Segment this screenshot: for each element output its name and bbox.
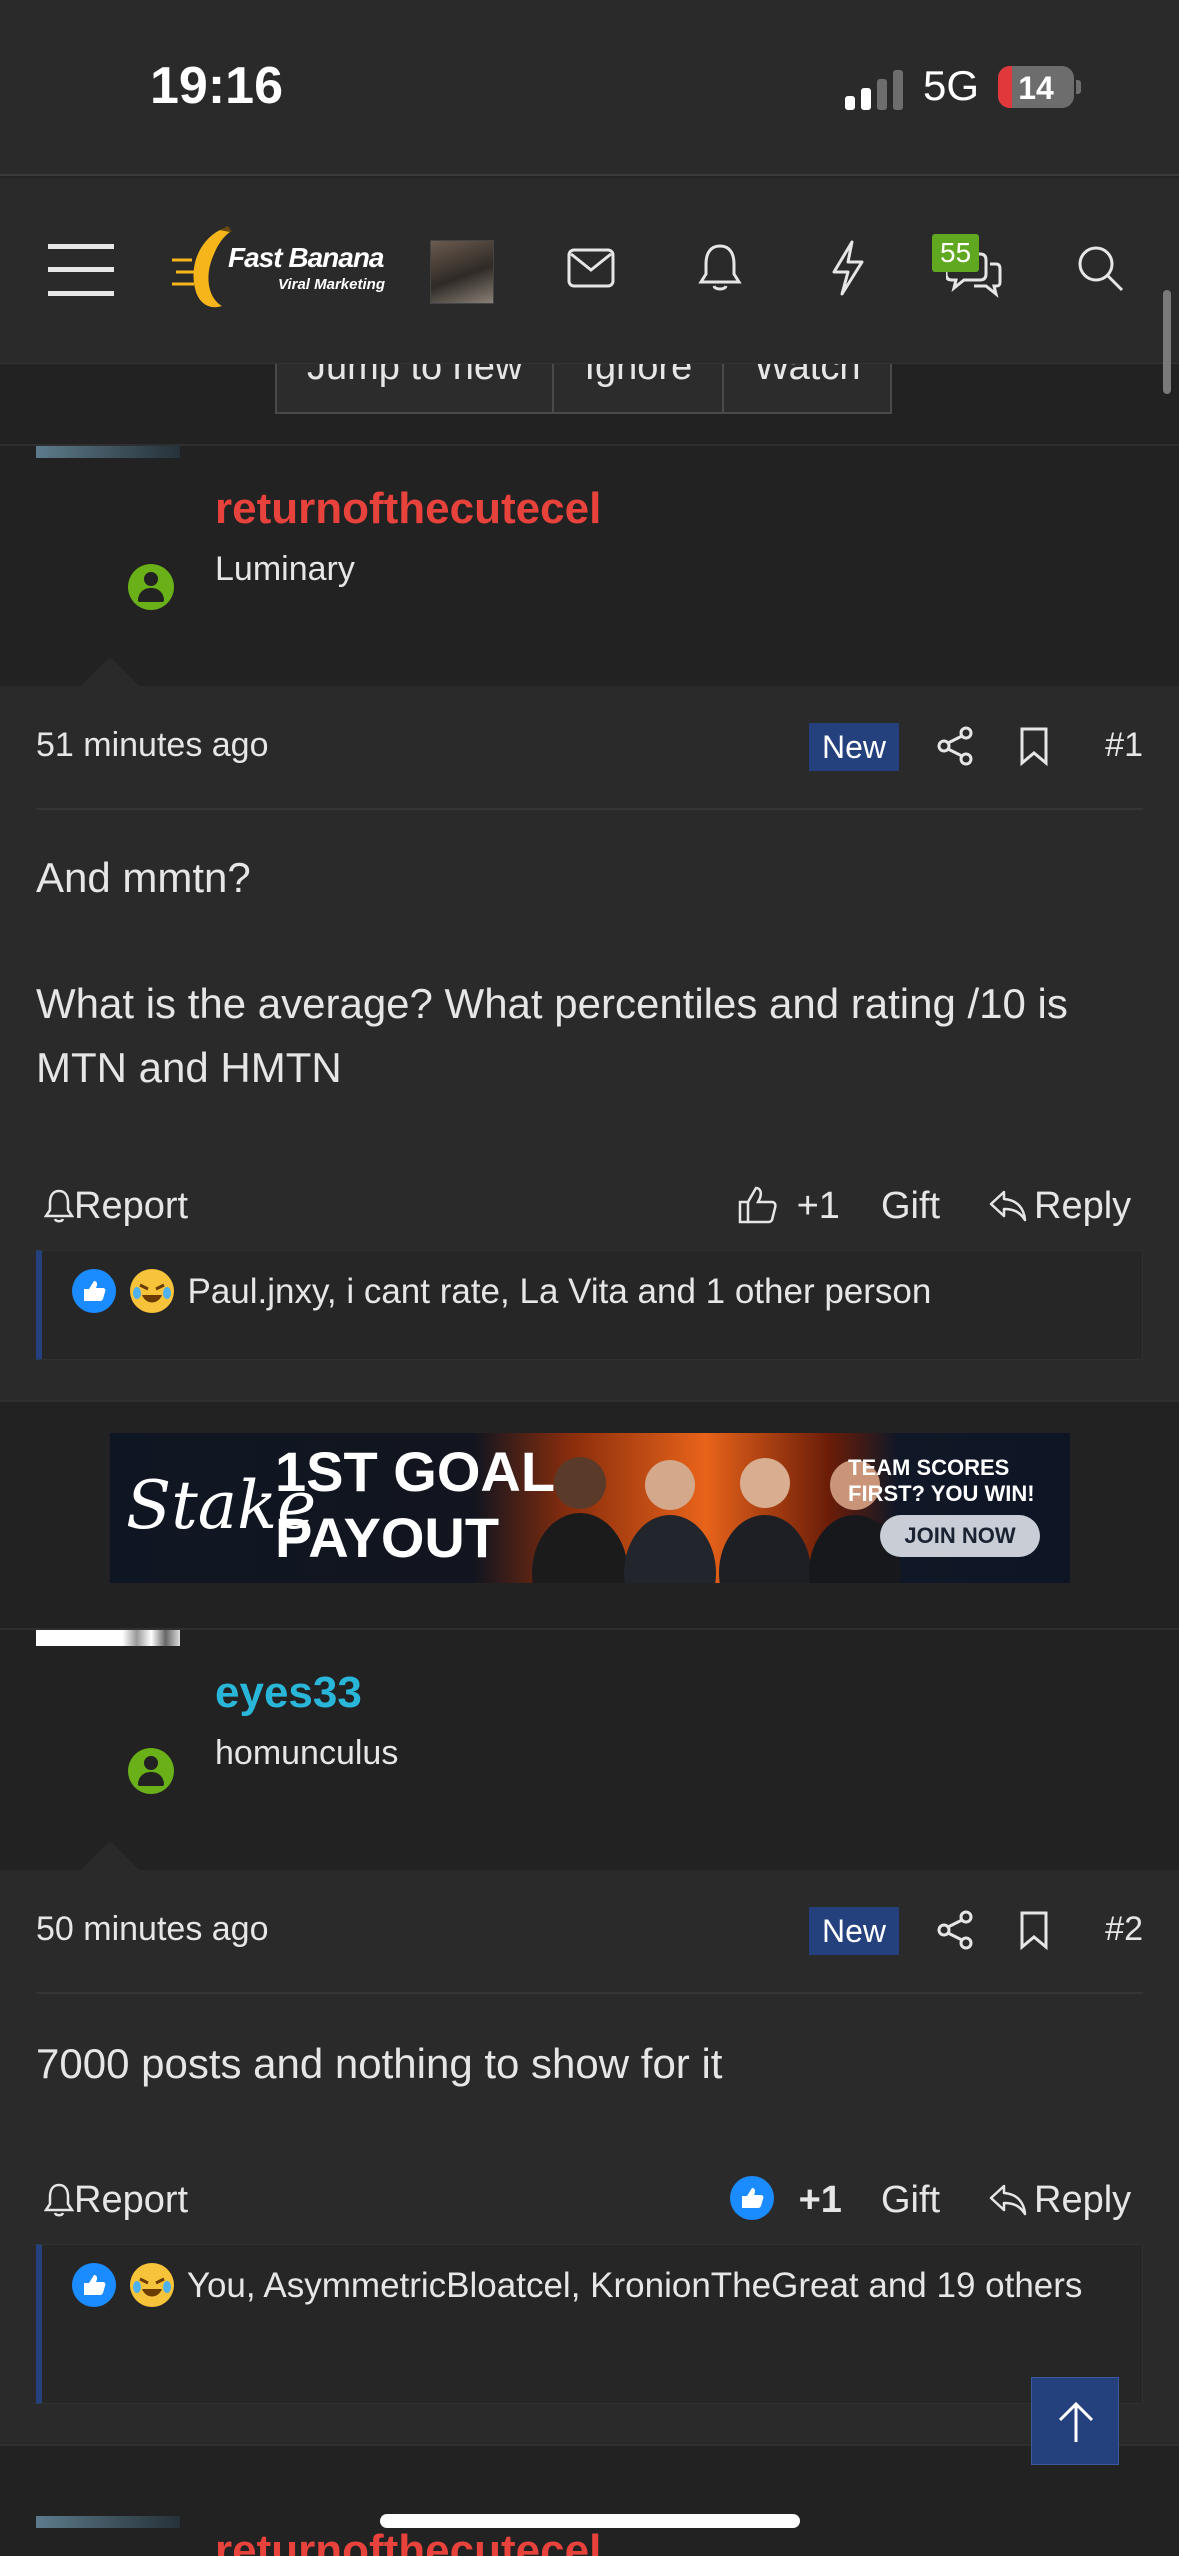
post-time[interactable]: 51 minutes ago — [36, 726, 269, 765]
reply-icon — [989, 1190, 1027, 1222]
post-meta: 51 minutes ago New #1 — [36, 686, 1143, 810]
share-icon[interactable] — [936, 1910, 974, 1950]
post-meta: 50 minutes ago New #2 — [36, 1870, 1143, 1994]
ad-headline-line: PAYOUT — [275, 1506, 500, 1569]
report-label: Report — [74, 1185, 189, 1227]
reply-icon — [989, 2184, 1027, 2216]
online-status-icon — [128, 1748, 174, 1794]
bell-icon — [43, 2183, 75, 2217]
chat-badge: 55 — [932, 234, 980, 272]
post-user-block: returnofthecutecel Luminary — [0, 446, 1179, 687]
user-avatar[interactable] — [36, 1630, 180, 1646]
post-paragraph: What is the average? What percentiles an… — [36, 980, 1068, 1091]
post-user-block: returnofthecutecel — [0, 2446, 1179, 2556]
post-number[interactable]: #2 — [1105, 1910, 1143, 1949]
network-type: 5G — [923, 62, 980, 109]
back-to-top-button[interactable] — [1031, 2377, 1119, 2465]
post-actions: Report +1 Gift Reply — [36, 2170, 1143, 2230]
menu-icon[interactable] — [48, 242, 114, 298]
divider — [0, 1400, 1179, 1402]
post: 51 minutes ago New #1 And mmtn? What is … — [0, 686, 1179, 1400]
post-actions: Report +1 Gift Reply — [36, 1176, 1143, 1236]
post-content: 7000 posts and nothing to show for it — [36, 2032, 1146, 2096]
post-user-block: eyes33 homunculus — [0, 1630, 1179, 1871]
user-title: Luminary — [215, 550, 355, 588]
new-badge: New — [809, 1907, 899, 1955]
post-time[interactable]: 50 minutes ago — [36, 1910, 269, 1949]
ad-headline-line: 1ST GOAL — [275, 1440, 556, 1503]
post-number[interactable]: #1 — [1105, 726, 1143, 765]
user-avatar[interactable] — [36, 2516, 180, 2528]
arrow-up-icon — [1058, 2401, 1094, 2442]
home-indicator[interactable] — [380, 2514, 800, 2528]
post-username[interactable]: returnofthecutecel — [215, 484, 601, 534]
post-paragraph: And mmtn? — [36, 854, 251, 901]
like-reaction-icon — [72, 2263, 116, 2307]
report-label: Report — [74, 2179, 189, 2221]
user-title: homunculus — [215, 1734, 399, 1772]
gift-button[interactable]: Gift — [881, 1176, 940, 1236]
post-username[interactable]: returnofthecutecel — [215, 2526, 601, 2556]
account-avatar[interactable] — [430, 240, 494, 304]
status-time: 19:16 — [150, 57, 283, 115]
reactions-bar[interactable]: Paul.jnxy, i cant rate, La Vita and 1 ot… — [36, 1250, 1143, 1360]
site-logo[interactable]: Fast Banana Viral Marketing — [170, 226, 400, 316]
mail-icon[interactable] — [567, 248, 615, 288]
post-username[interactable]: eyes33 — [215, 1668, 362, 1718]
like-count: +1 — [796, 1185, 840, 1227]
bell-icon[interactable] — [698, 242, 742, 294]
post: 50 minutes ago New #2 7000 posts and not… — [0, 1870, 1179, 2444]
logo-title: Fast Banana — [228, 242, 384, 273]
caret-pointer — [80, 1841, 140, 1871]
reply-label: Reply — [1034, 2179, 1132, 2221]
bookmark-icon[interactable] — [1019, 726, 1049, 766]
reply-button[interactable]: Reply — [988, 1176, 1131, 1236]
ad-join-button[interactable]: JOIN NOW — [880, 1515, 1040, 1557]
like-reaction-icon — [72, 1269, 116, 1313]
thumbs-up-icon — [738, 1186, 777, 1224]
reply-label: Reply — [1034, 1185, 1132, 1227]
reactions-text: Paul.jnxy, i cant rate, La Vita and 1 ot… — [187, 1272, 932, 1311]
battery-level: 14 — [1018, 70, 1054, 106]
stake-ad-banner[interactable]: Stake 1ST GOAL PAYOUT TEAM SCORES FIRST?… — [110, 1433, 1070, 1583]
laughing-reaction-icon — [129, 2263, 174, 2307]
like-button[interactable]: +1 — [730, 2170, 842, 2230]
liked-icon — [730, 2176, 774, 2220]
post-content: And mmtn? What is the average? What perc… — [36, 846, 1146, 1100]
new-badge: New — [809, 723, 899, 771]
battery-tip — [1076, 80, 1081, 94]
user-avatar[interactable] — [36, 446, 180, 458]
online-status-icon — [128, 564, 174, 610]
logo-subtitle: Viral Marketing — [278, 276, 385, 293]
reply-button[interactable]: Reply — [988, 2170, 1131, 2230]
reactions-text: You, AsymmetricBloatcel, KronionTheGreat… — [186, 2266, 1083, 2305]
reactions-bar[interactable]: You, AsymmetricBloatcel, KronionTheGreat… — [36, 2244, 1143, 2404]
share-icon[interactable] — [936, 726, 974, 766]
bell-icon — [43, 1189, 75, 1223]
ad-tagline: TEAM SCORES FIRST? YOU WIN! — [848, 1455, 1035, 1506]
search-icon[interactable] — [1076, 244, 1126, 294]
bookmark-icon[interactable] — [1019, 1910, 1049, 1950]
laughing-reaction-icon — [129, 1269, 174, 1313]
top-navbar: Fast Banana Viral Marketing 55 — [0, 178, 1179, 364]
report-button[interactable]: Report — [43, 2170, 189, 2230]
lightning-icon[interactable] — [830, 240, 866, 296]
report-button[interactable]: Report — [43, 1176, 189, 1236]
post-paragraph: 7000 posts and nothing to show for it — [36, 2040, 723, 2087]
like-button[interactable]: +1 — [736, 1176, 840, 1236]
battery-icon: 14 — [998, 66, 1074, 108]
like-count: +1 — [798, 2179, 842, 2221]
gift-button[interactable]: Gift — [881, 2170, 940, 2230]
ad-headline: 1ST GOAL PAYOUT — [275, 1439, 555, 1571]
signal-icon — [845, 70, 903, 110]
caret-pointer — [80, 657, 140, 687]
status-bar: 19:16 5G 14 — [0, 0, 1179, 176]
scrollbar[interactable] — [1163, 290, 1171, 394]
